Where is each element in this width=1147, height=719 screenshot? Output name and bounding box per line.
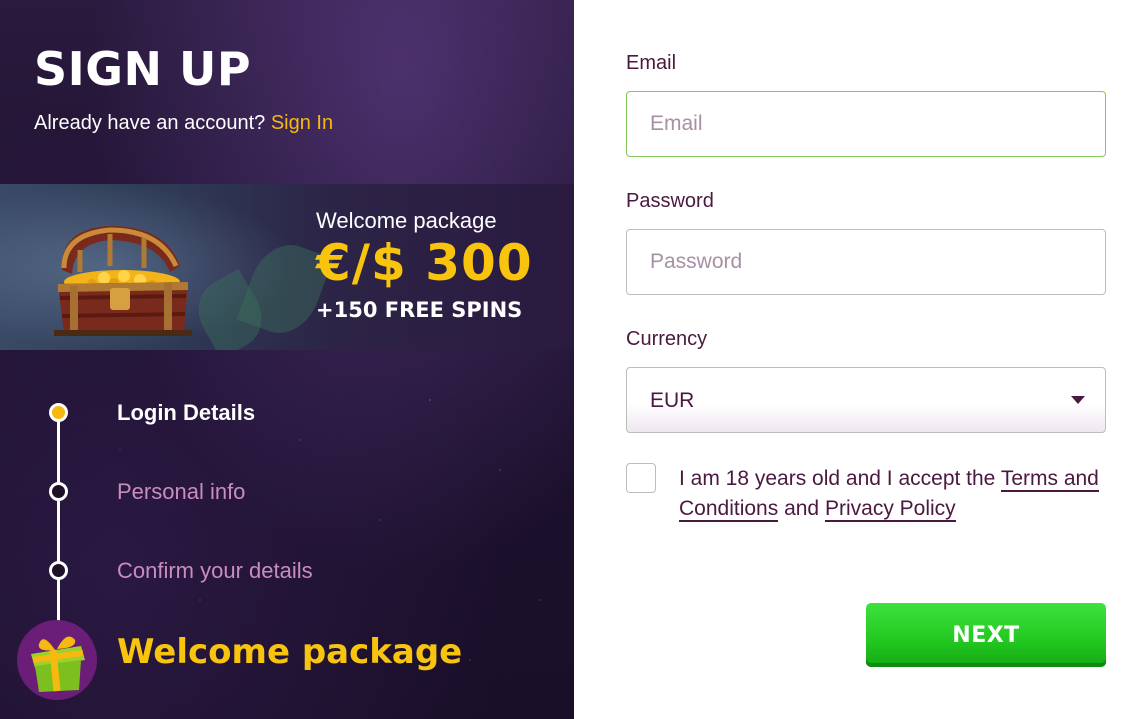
step-login-details: Login Details [117, 400, 256, 425]
chevron-down-icon [1071, 396, 1085, 404]
sign-in-link[interactable]: Sign In [271, 112, 333, 134]
terms-text: I am 18 years old and I accept the Terms… [679, 464, 1106, 524]
email-field[interactable] [626, 91, 1106, 157]
gift-icon [31, 636, 85, 692]
currency-select[interactable]: EUR [626, 367, 1106, 433]
page-title: SIGN UP [34, 42, 252, 96]
currency-label: Currency [626, 328, 708, 350]
terms-and-word: and [784, 497, 820, 520]
steps-connector-line [57, 412, 60, 652]
privacy-policy-link[interactable]: Privacy Policy [824, 497, 956, 522]
step-1-dot [49, 403, 68, 422]
terms-checkbox[interactable] [626, 463, 656, 493]
welcome-package-label: Welcome package [316, 208, 497, 233]
gift-badge [17, 620, 97, 700]
treasure-chest-icon [54, 226, 192, 336]
password-label: Password [626, 190, 714, 212]
next-button[interactable]: NEXT [866, 603, 1106, 667]
step-confirm-details: Confirm your details [117, 558, 313, 583]
step-3-dot [49, 561, 68, 580]
step-personal-info: Personal info [117, 479, 246, 504]
signup-steps: Login Details Personal info Confirm your… [0, 380, 574, 719]
have-account-label: Already have an account? [34, 112, 266, 134]
welcome-banner: Welcome package €/$ 300 +150 FREE SPINS [0, 184, 574, 350]
step-2-dot [49, 482, 68, 501]
final-step-welcome-package: Welcome package [117, 632, 463, 672]
currency-value: EUR [650, 389, 695, 412]
bonus-amount: €/$ 300 [316, 234, 533, 292]
email-label: Email [626, 52, 677, 74]
terms-prefix: I am 18 years old and I accept the [679, 467, 996, 490]
free-spins-text: +150 FREE SPINS [316, 298, 523, 322]
signup-side-panel: SIGN UP Already have an account? Sign In… [0, 0, 574, 719]
password-field[interactable] [626, 229, 1106, 295]
have-account-text: Already have an account? Sign In [34, 112, 333, 135]
